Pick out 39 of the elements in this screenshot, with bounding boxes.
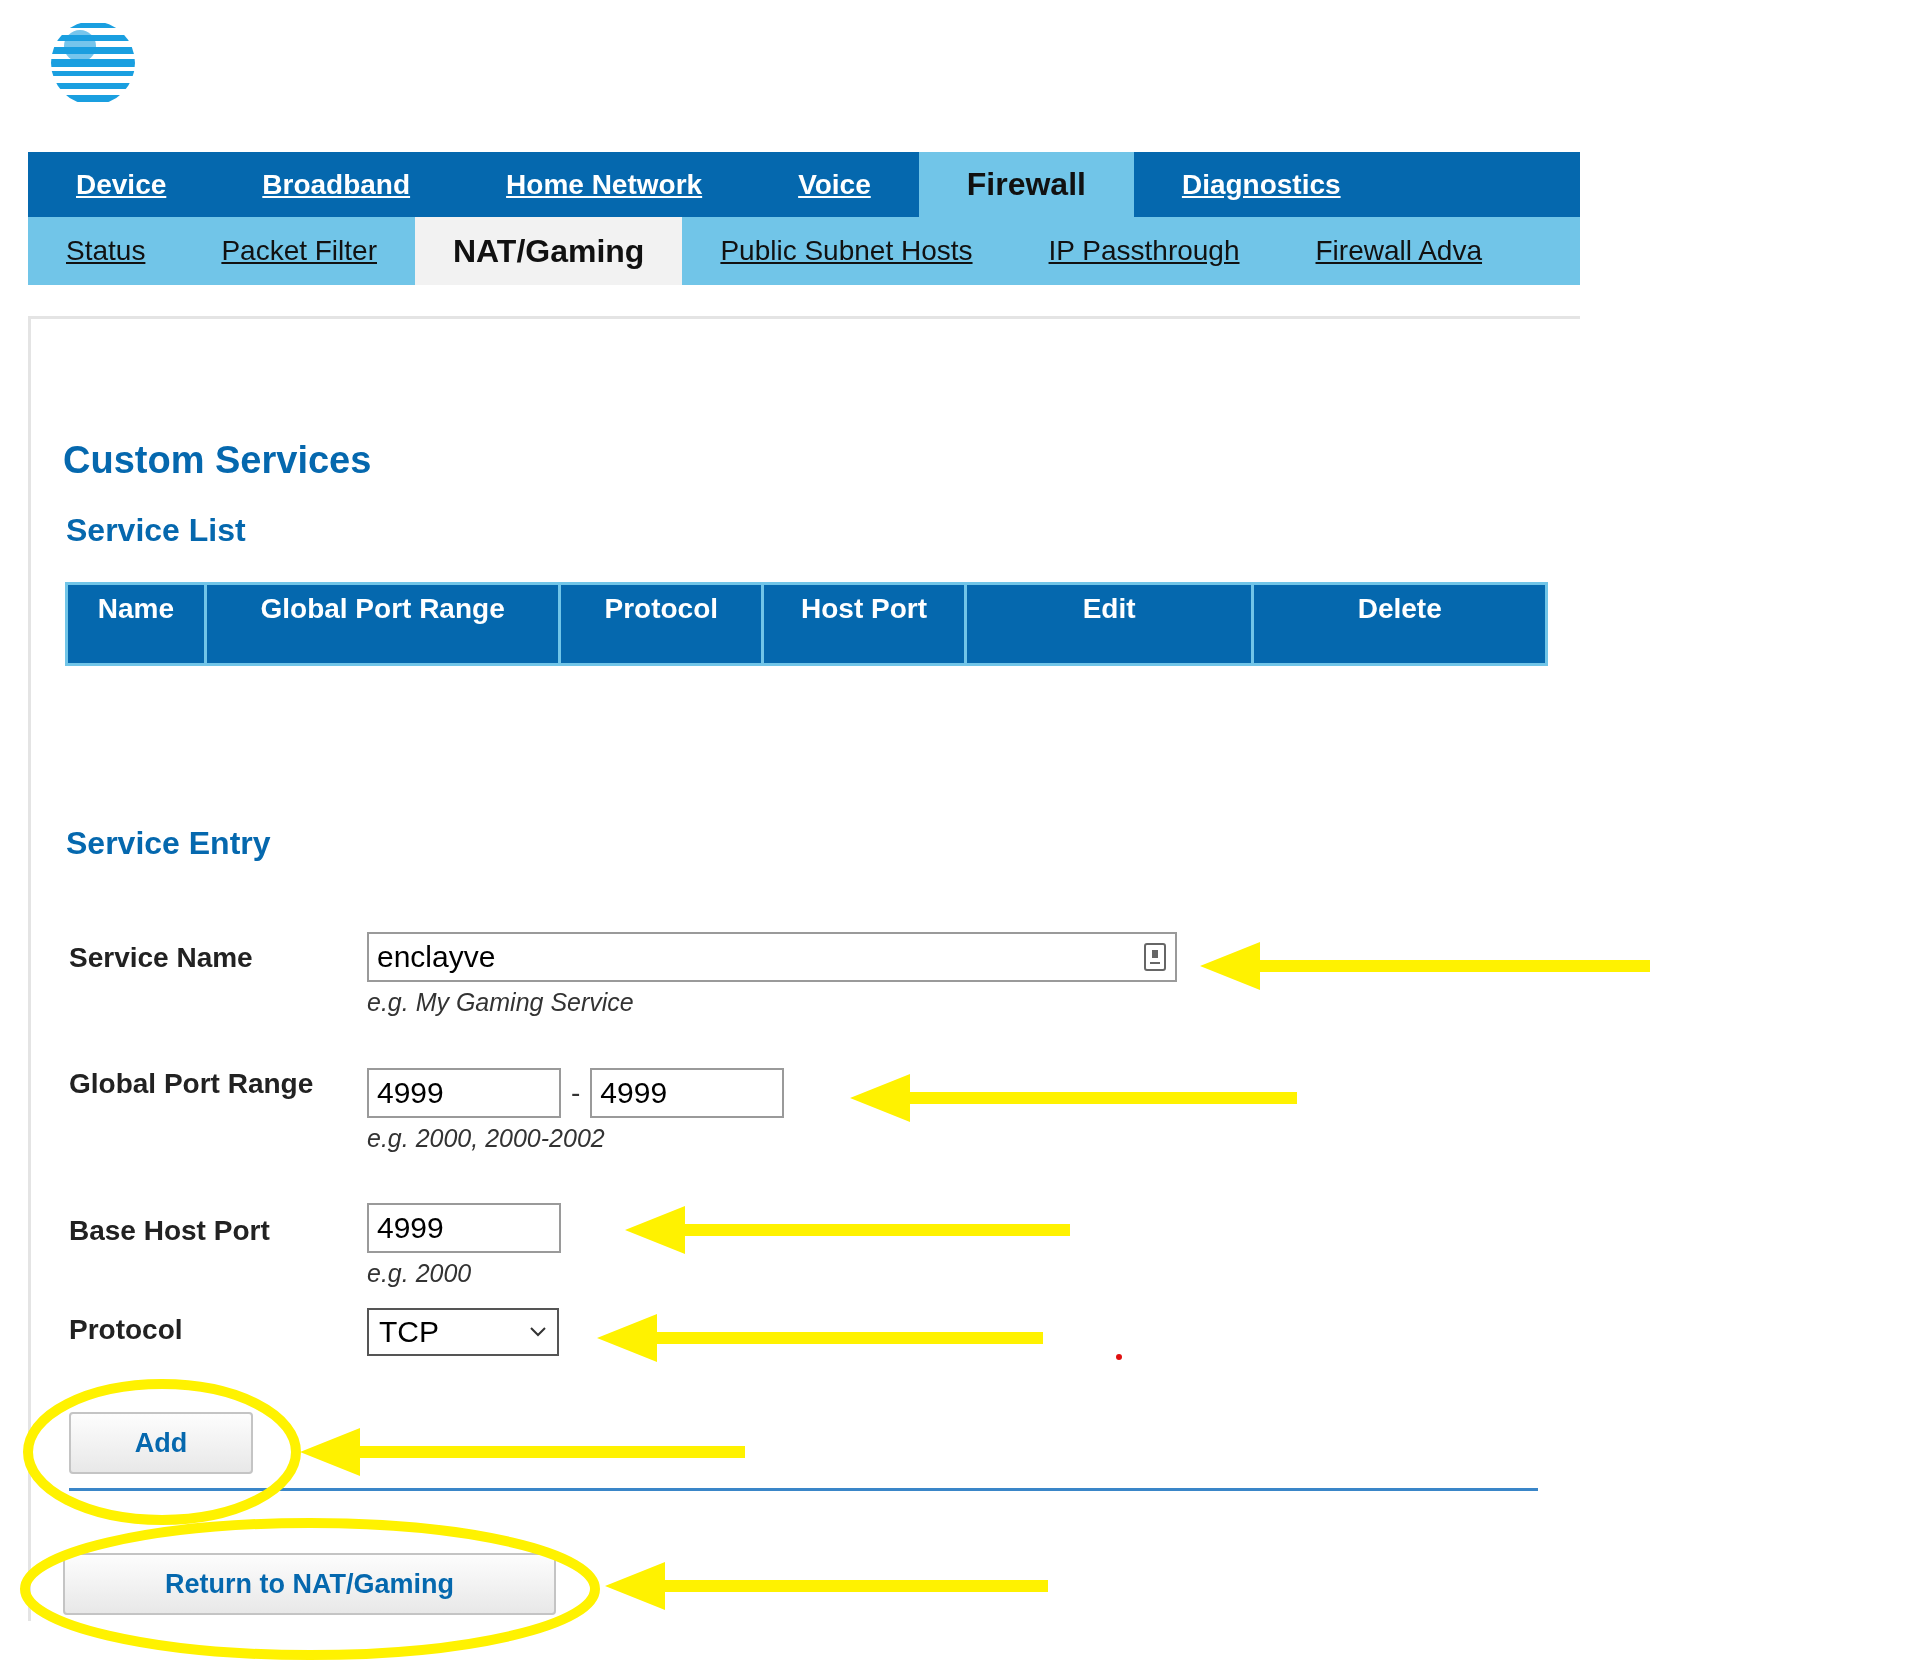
chevron-down-icon — [529, 1326, 547, 1338]
sub-tab[interactable]: Packet Filter — [183, 217, 415, 285]
protocol-select[interactable]: TCP — [367, 1308, 559, 1356]
field-hint: e.g. 2000, 2000-2002 — [367, 1124, 606, 1153]
input-field[interactable]: enclayve — [367, 932, 1177, 982]
key-icon — [1143, 942, 1167, 972]
range-separator: - — [571, 1077, 581, 1109]
field-label: Base Host Port — [69, 1214, 271, 1248]
nav-tab[interactable]: Home Network — [458, 152, 751, 217]
field-hint: e.g. 2000 — [367, 1259, 473, 1288]
input-field[interactable]: 4999 — [367, 1068, 561, 1118]
nav-tab[interactable]: Voice — [750, 152, 919, 217]
column-header: Global Port Range — [206, 585, 562, 663]
section-title: Service Entry — [66, 825, 272, 862]
sub-tab[interactable]: Public Subnet Hosts — [682, 217, 1011, 285]
dot-mark — [1116, 1354, 1122, 1360]
return-button[interactable]: Return to NAT/Gaming — [63, 1553, 556, 1615]
column-header: Name — [68, 585, 207, 663]
field-label: Protocol — [69, 1313, 184, 1347]
field-label: Service Name — [69, 941, 254, 975]
sub-tab[interactable]: Status — [28, 217, 184, 285]
section-title: Service List — [66, 512, 247, 549]
nav-tab[interactable]: Diagnostics — [1133, 152, 1389, 217]
nav-tab[interactable]: Device — [28, 152, 215, 217]
input-field[interactable]: 4999 — [590, 1068, 785, 1118]
column-header: Protocol — [561, 585, 765, 663]
sub-tab[interactable]: Firewall Adva — [1277, 217, 1520, 285]
column-header: Delete — [1356, 592, 1443, 626]
sub-tab[interactable]: IP Passthrough — [1010, 217, 1278, 285]
sub-tab[interactable]: NAT/Gaming — [415, 217, 683, 285]
nav-tab[interactable]: Broadband — [214, 152, 459, 217]
column-header: Edit — [966, 585, 1255, 663]
field-label: Global Port Range — [69, 1068, 315, 1101]
field-hint: e.g. My Gaming Service — [367, 988, 635, 1017]
page-title: Custom Services — [63, 439, 373, 482]
add-button[interactable]: Add — [69, 1412, 253, 1474]
nav-tab[interactable]: Firewall — [918, 152, 1134, 217]
column-header: Host Port — [764, 585, 967, 663]
input-field[interactable]: 4999 — [367, 1203, 561, 1253]
